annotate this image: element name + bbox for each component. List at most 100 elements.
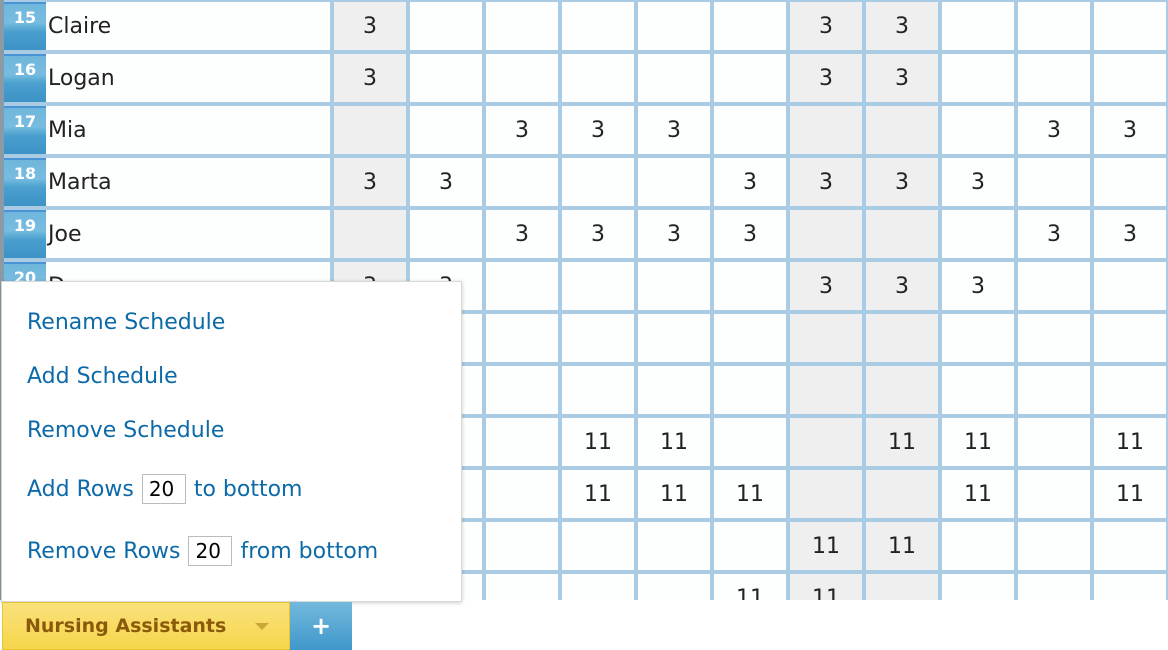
shift-cell[interactable]	[486, 522, 558, 570]
shift-cell[interactable]	[562, 574, 634, 600]
shift-cell[interactable]	[562, 54, 634, 102]
shift-cell[interactable]: 11	[562, 470, 634, 518]
shift-cell[interactable]	[486, 574, 558, 600]
shift-cell[interactable]	[1018, 470, 1090, 518]
shift-cell[interactable]	[1018, 2, 1090, 50]
shift-cell[interactable]	[714, 54, 786, 102]
add-tab-button[interactable]: +	[290, 602, 352, 650]
shift-cell[interactable]	[942, 54, 1014, 102]
shift-cell[interactable]	[1094, 158, 1166, 206]
shift-cell[interactable]: 11	[790, 522, 862, 570]
shift-cell[interactable]: 3	[410, 158, 482, 206]
shift-cell[interactable]: 3	[638, 106, 710, 154]
shift-cell[interactable]: 3	[562, 210, 634, 258]
shift-cell[interactable]	[942, 2, 1014, 50]
tab-nursing-assistants[interactable]: Nursing Assistants	[2, 602, 290, 650]
shift-cell[interactable]	[714, 314, 786, 362]
shift-cell[interactable]	[486, 2, 558, 50]
row-number[interactable]: 18	[4, 158, 46, 206]
shift-cell[interactable]: 11	[1094, 470, 1166, 518]
shift-cell[interactable]	[410, 54, 482, 102]
shift-cell[interactable]: 11	[942, 418, 1014, 466]
shift-cell[interactable]: 3	[1018, 210, 1090, 258]
shift-cell[interactable]	[714, 106, 786, 154]
row-number[interactable]: 19	[4, 210, 46, 258]
shift-cell[interactable]	[714, 522, 786, 570]
shift-cell[interactable]: 3	[486, 106, 558, 154]
row-number[interactable]: 16	[4, 54, 46, 102]
shift-cell[interactable]	[866, 574, 938, 600]
shift-cell[interactable]	[1094, 314, 1166, 362]
shift-cell[interactable]	[562, 522, 634, 570]
add-rows-count-input[interactable]	[141, 474, 186, 504]
add-schedule-link[interactable]: Add Schedule	[27, 364, 178, 389]
shift-cell[interactable]	[1094, 54, 1166, 102]
shift-cell[interactable]	[866, 106, 938, 154]
shift-cell[interactable]: 11	[790, 574, 862, 600]
employee-name-cell[interactable]: Marta	[46, 158, 330, 206]
shift-cell[interactable]	[714, 366, 786, 414]
shift-cell[interactable]	[942, 106, 1014, 154]
employee-name-cell[interactable]: Mia	[46, 106, 330, 154]
shift-cell[interactable]	[486, 262, 558, 310]
shift-cell[interactable]	[486, 314, 558, 362]
shift-cell[interactable]	[562, 262, 634, 310]
row-number[interactable]: 17	[4, 106, 46, 154]
shift-cell[interactable]	[942, 522, 1014, 570]
remove-rows-suffix-link[interactable]: from bottom	[240, 539, 378, 564]
rename-schedule-link[interactable]: Rename Schedule	[27, 310, 225, 335]
shift-cell[interactable]	[1094, 522, 1166, 570]
shift-cell[interactable]: 3	[790, 262, 862, 310]
shift-cell[interactable]: 11	[714, 574, 786, 600]
shift-cell[interactable]	[866, 470, 938, 518]
shift-cell[interactable]	[1094, 262, 1166, 310]
employee-name-cell[interactable]: Claire	[46, 2, 330, 50]
shift-cell[interactable]	[1018, 418, 1090, 466]
shift-cell[interactable]: 11	[942, 470, 1014, 518]
shift-cell[interactable]	[486, 470, 558, 518]
shift-cell[interactable]	[638, 522, 710, 570]
shift-cell[interactable]: 3	[638, 210, 710, 258]
shift-cell[interactable]: 3	[790, 2, 862, 50]
shift-cell[interactable]: 11	[714, 470, 786, 518]
shift-cell[interactable]	[714, 418, 786, 466]
shift-cell[interactable]: 3	[942, 158, 1014, 206]
shift-cell[interactable]: 3	[334, 54, 406, 102]
shift-cell[interactable]	[486, 366, 558, 414]
employee-name-cell[interactable]: Logan	[46, 54, 330, 102]
shift-cell[interactable]	[1018, 314, 1090, 362]
shift-cell[interactable]	[486, 158, 558, 206]
shift-cell[interactable]: 3	[1018, 106, 1090, 154]
shift-cell[interactable]	[638, 54, 710, 102]
shift-cell[interactable]	[638, 366, 710, 414]
shift-cell[interactable]: 11	[638, 418, 710, 466]
shift-cell[interactable]	[714, 262, 786, 310]
shift-cell[interactable]	[1018, 158, 1090, 206]
shift-cell[interactable]: 3	[866, 2, 938, 50]
shift-cell[interactable]: 3	[866, 158, 938, 206]
shift-cell[interactable]: 3	[790, 54, 862, 102]
shift-cell[interactable]	[942, 574, 1014, 600]
shift-cell[interactable]	[1018, 54, 1090, 102]
shift-cell[interactable]	[410, 106, 482, 154]
shift-cell[interactable]	[942, 366, 1014, 414]
shift-cell[interactable]	[1018, 522, 1090, 570]
shift-cell[interactable]: 3	[334, 2, 406, 50]
shift-cell[interactable]	[942, 314, 1014, 362]
add-rows-suffix-link[interactable]: to bottom	[194, 477, 303, 502]
shift-cell[interactable]: 3	[714, 210, 786, 258]
shift-cell[interactable]	[714, 2, 786, 50]
shift-cell[interactable]	[1018, 366, 1090, 414]
shift-cell[interactable]	[638, 574, 710, 600]
shift-cell[interactable]	[562, 366, 634, 414]
add-rows-link[interactable]: Add Rows	[27, 477, 134, 502]
shift-cell[interactable]	[486, 418, 558, 466]
shift-cell[interactable]	[790, 106, 862, 154]
chevron-down-icon[interactable]	[255, 623, 269, 630]
shift-cell[interactable]	[562, 158, 634, 206]
shift-cell[interactable]	[486, 54, 558, 102]
shift-cell[interactable]: 11	[562, 418, 634, 466]
shift-cell[interactable]: 3	[714, 158, 786, 206]
shift-cell[interactable]	[1018, 262, 1090, 310]
shift-cell[interactable]	[638, 262, 710, 310]
